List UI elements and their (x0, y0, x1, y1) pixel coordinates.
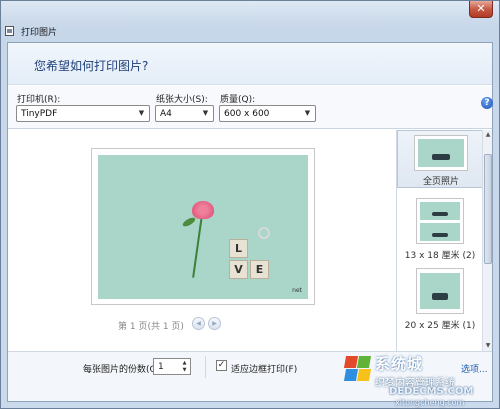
preview-page: L V E net (91, 148, 315, 305)
layout-thumbnail (414, 135, 468, 171)
layout-item-20x25[interactable]: 20 x 25 厘米 (1) (397, 268, 483, 331)
print-options-row: 打印机(R): TinyPDF ▼ 纸张大小(S): A4 ▼ 质量(Q): 6… (8, 86, 492, 129)
watermark-title: 系统城 (375, 355, 424, 373)
layout-item-full-page[interactable]: 全页照片 (397, 130, 483, 188)
close-button[interactable]: ✕ (469, 1, 493, 18)
layout-label: 20 x 25 厘米 (1) (404, 321, 476, 331)
printer-label: 打印机(R): (17, 95, 61, 105)
printer-icon (5, 26, 14, 36)
chevron-down-icon: ▼ (202, 109, 209, 117)
print-preview-area: L V E net 第 1 页(共 1 页) ◀ ▶ (8, 130, 396, 351)
title-bar: 打印图片 ✕ (1, 1, 499, 41)
preview-photo: L V E net (98, 155, 308, 299)
quality-label: 质量(Q): (220, 95, 256, 105)
copies-value: 1 (158, 362, 164, 372)
quality-value: 600 x 600 (224, 109, 270, 119)
layout-list: 全页照片 13 x 18 厘米 (2) 20 x 25 厘米 (1) (396, 130, 483, 351)
quality-select[interactable]: 600 x 600 ▼ (219, 105, 316, 122)
letter-tile: E (250, 260, 269, 279)
increment-icon[interactable]: ▲ (180, 360, 189, 367)
letter-tile: L (229, 239, 248, 258)
scroll-down-icon[interactable]: ▼ (483, 341, 493, 351)
printer-value: TinyPDF (21, 109, 58, 119)
page-indicator: 第 1 页(共 1 页) (118, 322, 184, 332)
ring-image (258, 227, 270, 239)
watermark-line3: DEDECMS.COM (389, 386, 474, 397)
paper-size-select[interactable]: A4 ▼ (155, 105, 214, 122)
watermark-line4: xitongcheng.com (395, 398, 465, 407)
flower-leaf (181, 215, 197, 229)
page-heading: 您希望如何打印图片? (34, 59, 149, 73)
dialog-header: 您希望如何打印图片? (8, 43, 492, 85)
layout-scrollbar[interactable]: ▲ ▼ (482, 130, 492, 351)
printer-select[interactable]: TinyPDF ▼ (16, 105, 150, 122)
layout-label: 全页照片 (422, 177, 459, 187)
scroll-thumb[interactable] (484, 154, 492, 264)
chevron-down-icon: ▼ (138, 109, 145, 117)
previous-page-button[interactable]: ◀ (192, 317, 205, 330)
decrement-icon[interactable]: ▼ (180, 367, 189, 374)
layout-label: 13 x 18 厘米 (2) (404, 251, 476, 261)
divider (205, 356, 206, 378)
print-pictures-window: 打印图片 ✕ 您希望如何打印图片? 打印机(R): TinyPDF ▼ 纸张大小… (0, 0, 500, 409)
copies-label: 每张图片的份数(C): (83, 365, 163, 375)
help-icon[interactable]: ? (481, 97, 493, 109)
letter-tile: V (229, 260, 248, 279)
flower-bloom (192, 201, 214, 219)
layout-item-13x18[interactable]: 13 x 18 厘米 (2) (397, 198, 483, 261)
site-watermark: 系统城 织梦内容管理系统 DEDECMS.COM xitongcheng.com (339, 353, 499, 408)
dialog-content: 您希望如何打印图片? 打印机(R): TinyPDF ▼ 纸张大小(S): A4… (7, 42, 493, 402)
windows-logo-icon (343, 356, 372, 382)
copies-stepper[interactable]: 1 ▲ ▼ (153, 358, 191, 375)
paper-size-label: 纸张大小(S): (156, 95, 208, 105)
chevron-down-icon: ▼ (304, 109, 311, 117)
paper-size-value: A4 (160, 109, 172, 119)
scroll-up-icon[interactable]: ▲ (483, 130, 493, 140)
next-page-button[interactable]: ▶ (208, 317, 221, 330)
layout-thumbnail (416, 268, 464, 314)
photo-caption: net (292, 287, 302, 294)
layout-thumbnail (416, 198, 464, 244)
window-title: 打印图片 (21, 28, 58, 38)
fit-frame-checkbox[interactable]: ✓ (216, 360, 227, 371)
fit-frame-label: 适应边框打印(F) (231, 365, 298, 375)
